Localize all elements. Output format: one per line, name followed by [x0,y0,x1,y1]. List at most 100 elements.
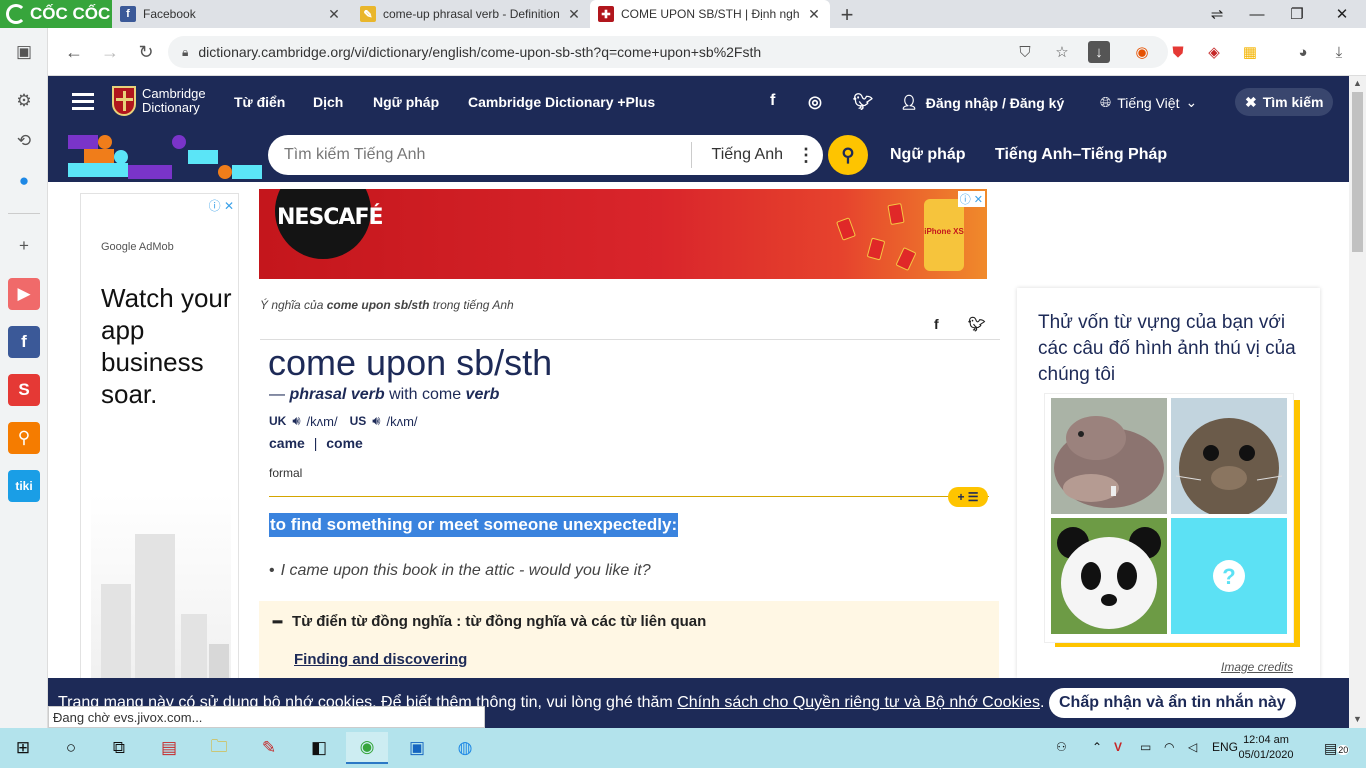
ad-choices-icon[interactable]: ⓘ ✕ [957,191,985,207]
task-view-icon[interactable]: ⧉ [98,732,140,764]
bookmark-star-icon[interactable]: ☆ [1051,41,1073,63]
settings-icon[interactable]: ⚙ [8,85,40,117]
search-button[interactable]: ⚲ [828,135,868,175]
shopee-icon[interactable]: S [8,374,40,406]
cookie-policy-link[interactable]: Chính sách cho Quyền riêng tư và Bộ nhớ … [677,694,1040,711]
close-icon[interactable]: ✕ [326,6,342,23]
tab-come-up[interactable]: ✎ come-up phrasal verb - Definition ✕ [352,0,590,28]
scrollbar[interactable]: ▲ ▼ [1349,76,1366,728]
thesaurus-header[interactable]: ━ Từ điển từ đồng nghĩa : từ đồng nghĩa … [273,613,706,631]
facebook-icon[interactable]: f [8,326,40,358]
volume-icon[interactable]: ◁ [1188,740,1197,754]
nav-grammar[interactable]: Ngữ pháp [373,94,439,110]
people-icon[interactable]: ⚇ [1056,740,1067,754]
coccoc-logo[interactable]: CỐC CỐC [0,0,112,28]
tab-come-upon[interactable]: ✚ COME UPON SB/STH | Định nghĩa ✕ [590,0,830,28]
unikey-icon[interactable]: V [1114,740,1122,754]
input-language[interactable]: ENG [1212,740,1238,754]
site-logo[interactable]: Cambridge Dictionary [112,86,206,116]
paint-icon[interactable]: ✎ [248,732,290,764]
history-icon[interactable]: ⟲ [8,125,40,157]
chevron-up-icon[interactable]: ⌃ [1092,740,1102,754]
pos-with[interactable]: with come [389,386,461,403]
more-options-icon[interactable]: ⋮ [797,145,823,166]
left-ad[interactable]: ⓘ ✕ Google AdMob Watch your app business… [80,193,239,728]
youtube-icon[interactable]: ▶ [8,278,40,310]
reload-button[interactable]: ↻ [134,40,158,64]
maximize-button[interactable]: ❐ [1277,0,1317,28]
quiz-widget[interactable]: Thử vốn từ vựng của bạn với các câu đố h… [1017,288,1320,678]
shield-icon[interactable]: ⛉ [1014,41,1036,63]
messenger-icon[interactable]: ● [8,165,40,197]
search-toggle-button[interactable]: ✖ Tìm kiếm [1235,88,1334,116]
download-video-icon[interactable]: ↓ [1088,41,1110,63]
search-box[interactable]: Tìm kiếm Tiếng Anh Tiếng Anh ⋮ [268,135,823,175]
hippo-image[interactable] [1051,398,1167,514]
battery-icon[interactable]: ▭ [1140,740,1151,754]
notification-center-icon[interactable]: ▤20 [1324,740,1350,757]
office-icon[interactable]: ▤ [148,732,190,764]
share-facebook-icon[interactable]: f [934,316,939,332]
twitter-icon[interactable]: 🐦︎ [853,92,873,112]
restore-tabs-icon[interactable]: ⇌ [1197,0,1237,28]
search-icon[interactable]: ⚲ [8,422,40,454]
verb-form-participle[interactable]: come [326,435,363,451]
verb-form-past[interactable]: came [269,435,305,451]
login-link[interactable]: 👤︎ Đăng nhập / Đăng ký [900,94,1064,111]
avatar[interactable]: ◕ [1292,41,1314,63]
seal-image[interactable] [1171,398,1287,514]
add-icon[interactable]: + [8,230,40,262]
facebook-icon[interactable]: f [770,92,775,110]
sidebar-toggle-icon[interactable]: ▣ [8,36,40,68]
app-icon[interactable]: ▣ [396,732,438,764]
clock[interactable]: 12:04 am 05/01/2020 [1236,733,1296,763]
tiki-icon[interactable]: tiki [8,470,40,502]
add-to-list-button[interactable]: + ☰ [948,487,988,507]
instagram-icon[interactable]: ◎ [808,92,822,112]
close-icon[interactable]: ✕ [566,6,582,23]
extension-icon[interactable]: ◈ [1203,41,1225,63]
us-audio-icon[interactable]: 🔊︎ [372,413,380,429]
back-button[interactable]: ← [62,40,86,64]
adblock-icon[interactable]: ⛊ [1167,41,1189,63]
banner-ad[interactable]: NESCAFÉ iPhone XS ⓘ ✕ [259,189,987,279]
nav-dictionary[interactable]: Từ điển [234,94,285,110]
cortana-icon[interactable]: ○ [50,732,92,764]
panda-image[interactable] [1051,518,1167,634]
image-credits-link[interactable]: Image credits [1221,660,1293,674]
close-window-button[interactable]: ✕ [1322,0,1362,28]
thesaurus-link[interactable]: Finding and discovering [294,651,467,668]
accept-cookies-button[interactable]: Chấp nhận và ẩn tin nhắn này [1049,688,1296,718]
file-explorer-icon[interactable]: 🗀︎ [198,732,240,764]
dictionary-select[interactable]: Tiếng Anh [692,146,797,164]
decoration [128,165,172,179]
downloads-icon[interactable]: ⤓ [1328,41,1350,63]
close-icon[interactable]: ✕ [806,6,822,23]
zalo-icon[interactable]: ◍ [444,732,486,764]
nav-translate[interactable]: Dịch [313,94,343,110]
collapse-icon[interactable]: ━ [273,613,282,631]
forward-button[interactable]: → [98,40,122,64]
uk-audio-icon[interactable]: 🔊︎ [292,413,300,429]
ad-choices-icon[interactable]: ⓘ ✕ [209,197,234,214]
english-french-link[interactable]: Tiếng Anh–Tiếng Pháp [995,146,1167,164]
windows-start-icon[interactable]: ⊞ [2,732,44,764]
menu-icon[interactable] [72,93,94,114]
share-twitter-icon[interactable]: 🐦︎ [968,316,986,333]
mystery-image[interactable]: ? [1171,518,1287,634]
scrollbar-thumb[interactable] [1352,92,1363,252]
minimize-button[interactable]: — [1237,0,1277,28]
coccoc-extension-icon[interactable]: ◉ [1131,41,1153,63]
scroll-down-icon[interactable]: ▼ [1349,714,1366,724]
search-input[interactable]: Tìm kiếm Tiếng Anh [268,146,691,164]
coccoc-taskbar-icon[interactable]: ◉ [346,732,388,764]
grammar-link[interactable]: Ngữ pháp [890,146,966,164]
scroll-up-icon[interactable]: ▲ [1349,78,1366,88]
wifi-icon[interactable]: ◠ [1164,740,1174,754]
grid-extension-icon[interactable]: ▦ [1239,41,1261,63]
new-tab-button[interactable]: + [837,2,857,28]
tab-facebook[interactable]: f Facebook ✕ [112,0,350,28]
nav-plus[interactable]: Cambridge Dictionary +Plus [468,94,655,110]
sticky-notes-icon[interactable]: ◧ [298,732,340,764]
language-selector[interactable]: 🌐︎ Tiếng Việt ⌄ [1100,94,1197,111]
